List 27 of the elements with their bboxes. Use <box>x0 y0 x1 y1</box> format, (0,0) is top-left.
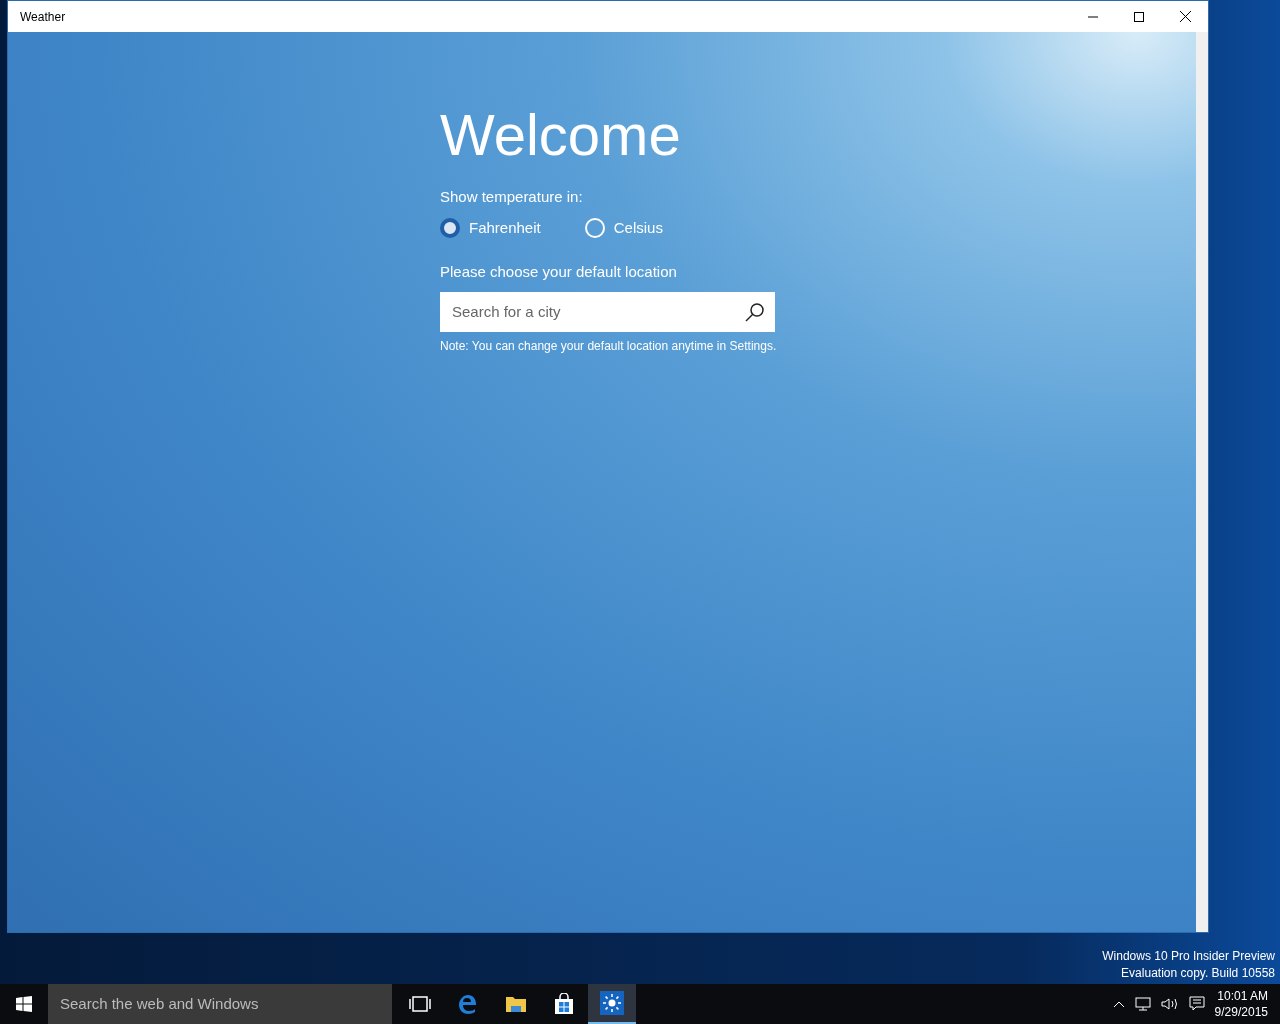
clock-date: 9/29/2015 <box>1214 1004 1268 1020</box>
window-title: Weather <box>20 8 66 26</box>
chevron-up-icon <box>1112 1000 1125 1008</box>
clock-time: 10:01 AM <box>1217 988 1268 1004</box>
browser-e-icon <box>457 993 479 1015</box>
unit-radio[interactable]: Fahrenheit <box>440 216 541 239</box>
windows-icon <box>16 996 32 1012</box>
city-search-field[interactable]: Search for a city <box>440 291 775 332</box>
taskbar-search-field[interactable]: Search the web and Windows <box>48 984 392 1024</box>
search-icon <box>745 301 765 322</box>
notification-icon <box>1188 996 1205 1012</box>
location-note: Note: You can change your default location anytime in Settings. <box>440 337 777 355</box>
taskbar-app-button[interactable] <box>588 984 636 1024</box>
welcome-heading: Welcome <box>440 106 681 164</box>
shopping-bag-icon <box>553 993 575 1015</box>
sun-icon <box>600 991 624 1015</box>
task-view-icon <box>409 996 431 1012</box>
edition-watermark: Evaluation copy. Build 10558 <box>1121 965 1275 982</box>
close-icon <box>1179 11 1191 22</box>
edition-watermark: Windows 10 Pro Insider Preview <box>1102 948 1275 965</box>
network-icon <box>1134 997 1151 1011</box>
units-label: Show temperature in: <box>440 187 583 207</box>
unit-radio[interactable]: Celsius <box>584 216 663 239</box>
maximize-icon <box>1134 11 1144 22</box>
location-label: Please choose your default location <box>440 262 677 282</box>
folder-icon <box>505 994 527 1014</box>
speaker-icon <box>1160 997 1179 1011</box>
